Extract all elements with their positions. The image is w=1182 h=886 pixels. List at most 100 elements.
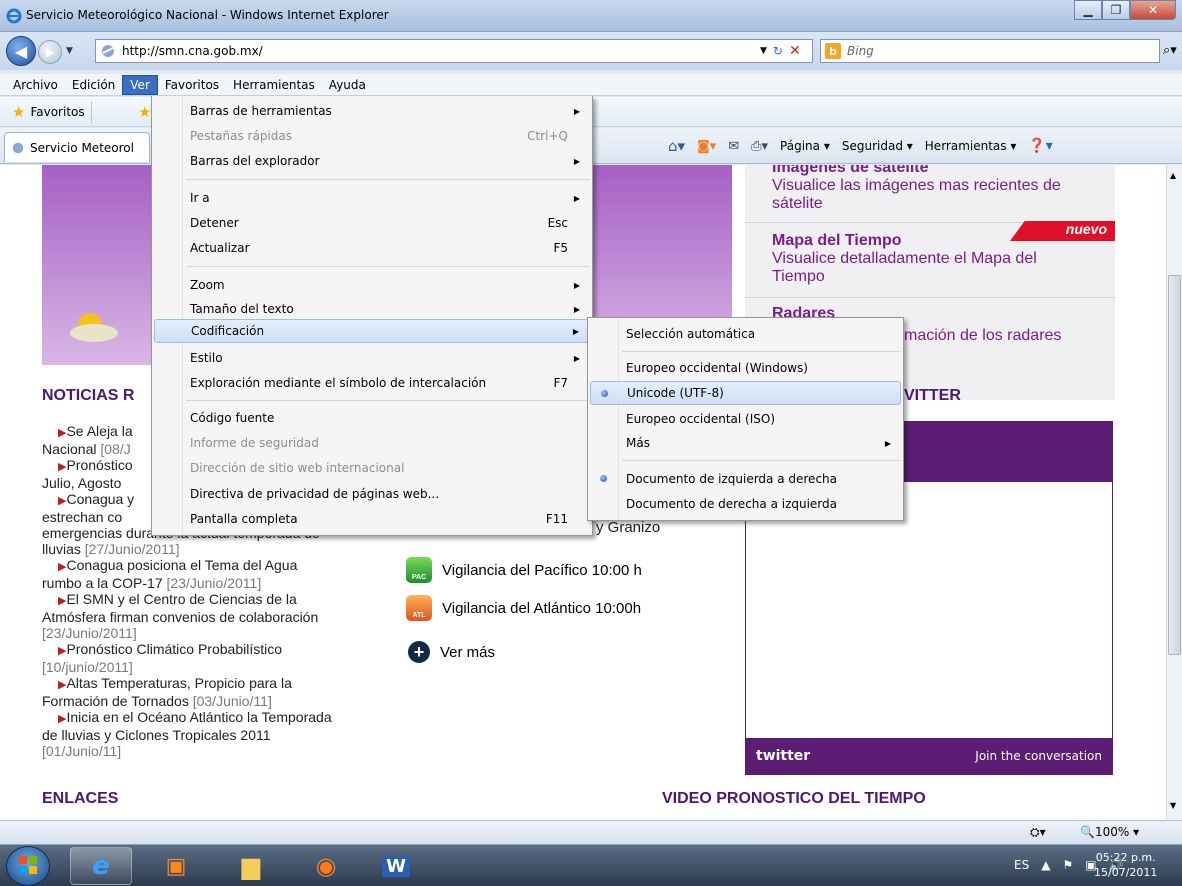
map-item[interactable]: Mapa del Tiempo Visualice detalladamente… xyxy=(745,224,1115,298)
list-item[interactable]: ▶Pronóstico Climático Probabilístico xyxy=(42,641,382,659)
menu-item-barras-herramientas[interactable]: Barras de herramientas ▶ xyxy=(154,99,590,123)
help-icon[interactable]: ❓▾ xyxy=(1028,138,1052,154)
menu-item-pantalla-completa[interactable]: Pantalla completa F11 xyxy=(154,507,590,531)
list-item[interactable]: ▶Altas Temperaturas, Propicio para la xyxy=(42,675,382,693)
ie-taskbar-icon: e xyxy=(92,851,110,881)
menu-edicion[interactable]: Edición xyxy=(65,76,122,94)
menu-item-europeo-windows[interactable]: Europeo occidental (Windows) xyxy=(590,356,901,380)
menu-ver[interactable]: Ver xyxy=(122,74,158,95)
scroll-up-icon[interactable]: ▲ xyxy=(1170,171,1176,180)
twitter-logo[interactable]: twitter xyxy=(756,748,810,764)
search-icon[interactable]: ⌕▾ xyxy=(1163,43,1177,58)
flag-icon[interactable]: ⚑ xyxy=(1062,858,1073,872)
list-item[interactable]: ▶Conagua posiciona el Tema del Agua xyxy=(42,557,382,575)
menu-item-seleccion-automatica[interactable]: Selección automática xyxy=(590,322,901,346)
taskbar-explorer[interactable]: ▆ xyxy=(220,847,282,885)
menu-ayuda[interactable]: Ayuda xyxy=(322,76,373,94)
menu-item-codificacion[interactable]: Codificación ▶ xyxy=(154,319,590,343)
tools-menu[interactable]: Herramientas ▾ xyxy=(925,139,1017,153)
clock[interactable]: 05:22 p.m. 15/07/2011 xyxy=(1094,850,1157,880)
bing-icon: b xyxy=(825,43,841,59)
news-heading: NOTICIAS R xyxy=(42,387,135,404)
address-buttons: ▼ ↻ ✕ xyxy=(760,39,801,63)
taskbar-media[interactable]: ▣ xyxy=(145,847,207,885)
menu-item-codigo-fuente[interactable]: Código fuente xyxy=(154,406,590,430)
granizo-text[interactable]: y Granizo xyxy=(596,519,660,536)
list-item[interactable]: Atmósfera firman convenios de colaboraci… xyxy=(42,609,382,625)
search-box[interactable]: b Bing xyxy=(820,39,1160,63)
list-item[interactable]: Formación de Tornados [03/Junio/11] xyxy=(42,693,382,709)
refresh-icon[interactable]: ↻ xyxy=(773,44,783,58)
radio-selected-icon xyxy=(601,390,608,397)
submenu-arrow-icon: ▶ xyxy=(573,193,580,203)
start-button[interactable] xyxy=(6,846,50,886)
address-bar[interactable]: http://smn.cna.gob.mx/ xyxy=(95,39,813,63)
list-item[interactable]: [01/Junio/11] xyxy=(42,743,382,759)
menu-item-mas[interactable]: Más ▶ xyxy=(590,431,901,455)
list-item[interactable]: de lluvias y Ciclones Tropicales 2011 xyxy=(42,727,382,743)
vigilancia-pacifico-link[interactable]: PAC Vigilancia del Pacífico 10:00 h xyxy=(406,557,642,583)
back-button[interactable]: ◀ xyxy=(6,36,36,66)
taskbar-ie[interactable]: e xyxy=(70,847,132,885)
menu-item-directiva-privacidad[interactable]: Directiva de privacidad de páginas web..… xyxy=(154,482,590,506)
tab-smn[interactable]: Servicio Meteorol xyxy=(4,132,150,162)
list-item[interactable]: lluvias [27/Junio/2011] xyxy=(42,541,382,557)
menu-item-estilo[interactable]: Estilo ▶ xyxy=(154,346,590,370)
menu-archivo[interactable]: Archivo xyxy=(6,76,65,94)
menu-item-direccion-internacional: Dirección de sitio web internacional xyxy=(190,461,405,475)
zoom-level[interactable]: 🔍100% ▾ xyxy=(1080,825,1139,839)
menu-item-zoom[interactable]: Zoom ▶ xyxy=(154,273,590,297)
menu-separator xyxy=(186,400,590,401)
menu-item-derecha-izquierda[interactable]: Documento de derecha a izquierda xyxy=(590,492,901,516)
list-item[interactable]: ▶El SMN y el Centro de Ciencias de la xyxy=(42,591,382,609)
menu-separator xyxy=(622,351,901,352)
taskbar-word[interactable]: W xyxy=(365,847,427,885)
forward-arrow-icon: ▶ xyxy=(45,45,55,59)
satellite-item[interactable]: Imágenes de satélite Visualice las imáge… xyxy=(745,165,1115,223)
feeds-icon[interactable]: ◙▾ xyxy=(697,139,716,154)
home-icon[interactable]: ⌂▾ xyxy=(668,137,685,155)
taskbar-firefox[interactable]: ◉ xyxy=(295,847,357,885)
scroll-thumb[interactable] xyxy=(1168,275,1181,655)
vertical-scrollbar[interactable]: ▲ ▼ xyxy=(1166,165,1182,820)
twitter-heading: VITTER xyxy=(904,387,961,404)
maximize-button[interactable]: ❐ xyxy=(1102,0,1130,20)
menu-item-unicode[interactable]: Unicode (UTF-8) xyxy=(590,381,901,405)
menu-item-actualizar[interactable]: Actualizar F5 xyxy=(154,236,590,260)
history-dropdown-icon[interactable]: ▼ xyxy=(66,46,73,56)
print-icon[interactable]: ⎙▾ xyxy=(751,139,768,154)
menu-item-izquierda-derecha[interactable]: Documento de izquierda a derecha xyxy=(590,467,901,491)
site-favicon-icon xyxy=(102,45,114,57)
list-item[interactable]: rumbo a la COP-17 [23/Junio/2011] xyxy=(42,575,382,591)
menu-item-ir-a[interactable]: Ir a ▶ xyxy=(154,186,590,210)
minimize-button[interactable]: ▁ xyxy=(1074,0,1102,20)
favorites-button[interactable]: ★ Favoritos xyxy=(6,101,92,123)
security-menu[interactable]: Seguridad ▾ xyxy=(842,139,913,153)
weather-sun-icon xyxy=(70,313,118,342)
language-indicator[interactable]: ES xyxy=(1014,858,1029,872)
vigilancia-atlantico-link[interactable]: ATL Vigilancia del Atlántico 10:00h xyxy=(406,595,641,621)
list-item[interactable]: ▶Inicia en el Océano Atlántico la Tempor… xyxy=(42,709,382,727)
menu-item-europeo-iso[interactable]: Europeo occidental (ISO) xyxy=(590,407,901,431)
menu-favoritos[interactable]: Favoritos xyxy=(158,76,226,94)
protected-mode-icon[interactable]: ⛭▾ xyxy=(1030,825,1046,840)
favorites-label: Favoritos xyxy=(30,105,85,119)
menu-item-tamano-texto[interactable]: Tamaño del texto ▶ xyxy=(154,297,590,321)
ver-mas-link[interactable]: + Ver más xyxy=(406,641,495,663)
forward-button[interactable]: ▶ xyxy=(38,40,62,64)
menu-item-barras-explorador[interactable]: Barras del explorador ▶ xyxy=(154,149,590,173)
stop-icon[interactable]: ✕ xyxy=(789,43,801,59)
menu-item-exploracion[interactable]: Exploración mediante el símbolo de inter… xyxy=(154,371,590,395)
page-menu[interactable]: Página ▾ xyxy=(780,139,830,153)
tray-arrow-icon[interactable]: ▲ xyxy=(1041,858,1050,872)
menu-item-detener[interactable]: Detener Esc xyxy=(154,211,590,235)
list-item[interactable]: [10/junio/2011] xyxy=(42,659,382,675)
twitter-join[interactable]: Join the conversation xyxy=(975,749,1102,763)
address-dropdown-icon[interactable]: ▼ xyxy=(760,46,767,56)
add-favorite-icon[interactable]: ★ xyxy=(138,103,151,121)
scroll-down-icon[interactable]: ▼ xyxy=(1170,801,1176,810)
mail-icon[interactable]: ✉ xyxy=(728,139,739,154)
list-item[interactable]: [23/Junio/2011] xyxy=(42,625,382,641)
close-button[interactable]: ✕ xyxy=(1130,0,1176,20)
menu-herramientas[interactable]: Herramientas xyxy=(226,76,322,94)
